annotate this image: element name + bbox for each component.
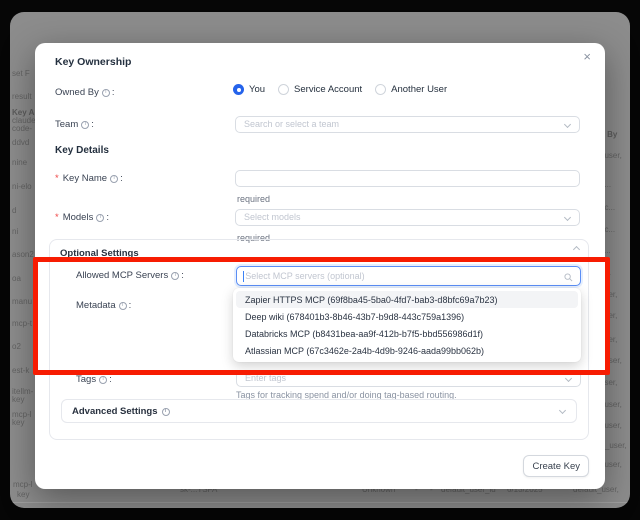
chevron-down-icon (564, 214, 571, 221)
bg-text-fragment: ddvd (12, 139, 29, 147)
key-name-label: * Key Name i : (55, 174, 123, 184)
bg-text-fragment: d (12, 207, 16, 215)
chevron-down-icon (565, 375, 572, 382)
bg-text-fragment: code- (12, 125, 32, 133)
bg-text-fragment: ni-elo (12, 183, 32, 191)
mcp-server-dropdown: Zapier HTTPS MCP (69f8ba45-5ba0-4fd7-bab… (233, 288, 581, 362)
radio-selected-icon (233, 84, 244, 95)
text-cursor (243, 271, 244, 282)
info-icon[interactable]: i (110, 175, 118, 183)
bg-text-fragment: nine (12, 159, 27, 167)
chevron-down-icon (564, 121, 571, 128)
bg-text-fragment: ni (12, 228, 18, 236)
bg-text-fragment: set F (12, 70, 30, 78)
mcp-option-zapier[interactable]: Zapier HTTPS MCP (69f8ba45-5ba0-4fd7-bab… (236, 291, 578, 308)
chevron-up-icon[interactable] (573, 246, 580, 253)
advanced-settings-panel[interactable]: Advanced Settings i (61, 399, 577, 423)
owned-by-label: Owned By i : (55, 88, 114, 98)
bg-text-fragment: manu (12, 298, 32, 306)
key-name-input[interactable] (235, 170, 580, 187)
team-label: Team i : (55, 120, 94, 130)
modal-title: Key Ownership (55, 56, 131, 68)
radio-service-account[interactable]: Service Account (278, 84, 362, 95)
allowed-mcp-label: Allowed MCP Servers i : (76, 271, 184, 281)
info-icon[interactable]: i (96, 214, 104, 222)
mcp-option-atlassian[interactable]: Atlassian MCP (67c3462e-2a4b-4d9b-9246-a… (236, 342, 578, 359)
info-icon[interactable]: i (99, 376, 107, 384)
bg-text-fragment: o2 (12, 343, 21, 351)
chevron-down-icon (559, 407, 566, 414)
models-label: * Models i : (55, 213, 109, 223)
radio-you[interactable]: You (233, 84, 265, 95)
metadata-label: Metadata i : (76, 301, 131, 311)
tags-label: Tags i : (76, 375, 112, 385)
radio-another-user[interactable]: Another User (375, 84, 447, 95)
create-key-button[interactable]: Create Key (523, 455, 589, 477)
search-icon (564, 273, 573, 282)
team-select[interactable]: Search or select a team (235, 116, 580, 133)
owned-by-radio-group: You Service Account Another User (233, 84, 447, 95)
close-icon[interactable]: × (583, 50, 591, 63)
tags-select[interactable]: Enter tags (236, 370, 581, 387)
info-icon[interactable]: i (162, 408, 170, 416)
key-details-heading: Key Details (55, 146, 109, 156)
info-icon[interactable]: i (171, 272, 179, 280)
bg-table-divider (10, 502, 630, 503)
info-icon[interactable]: i (119, 302, 127, 310)
mcp-option-databricks[interactable]: Databricks MCP (b8431bea-aa9f-412b-b7f5-… (236, 325, 578, 342)
optional-settings-header[interactable]: Optional Settings (60, 249, 139, 259)
create-key-modal: Key Ownership × Owned By i : You Service… (35, 43, 605, 489)
mcp-option-deep-wiki[interactable]: Deep wiki (678401b3-8b46-43b7-b9d8-443c7… (236, 308, 578, 325)
key-name-validation: required (237, 195, 270, 204)
bg-text-fragment: key (12, 419, 24, 427)
radio-unselected-icon (375, 84, 386, 95)
allowed-mcp-select[interactable]: Select MCP servers (optional) (236, 266, 581, 286)
bg-text-fragment: mcp-t (12, 320, 32, 328)
bg-text-fragment: oa (12, 275, 21, 283)
advanced-settings-header: Advanced Settings i (72, 407, 170, 417)
info-icon[interactable]: i (81, 121, 89, 129)
radio-unselected-icon (278, 84, 289, 95)
info-icon[interactable]: i (102, 89, 110, 97)
bg-text-fragment: key (12, 396, 24, 404)
bg-text-fragment: mcp-l (13, 481, 33, 489)
models-select[interactable]: Select models (235, 209, 580, 226)
bg-text-fragment: result (12, 93, 32, 101)
bg-text-fragment: key (17, 491, 29, 499)
bg-text-fragment: ason2 (12, 251, 34, 259)
bg-text-fragment: est-k (12, 367, 29, 375)
